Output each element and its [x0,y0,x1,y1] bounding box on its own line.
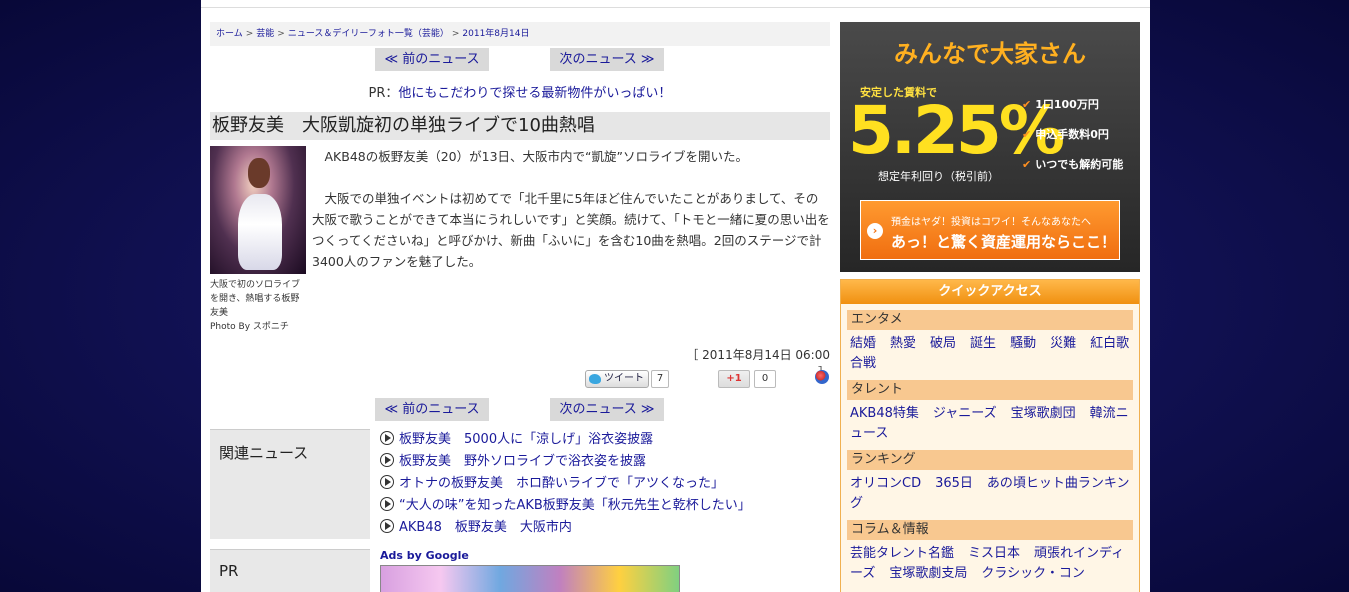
related-news-link[interactable]: 板野友美 5000人に「涼しげ」浴衣姿披露 [399,432,653,447]
breadcrumb-date[interactable]: 2011年8月14日 [462,29,529,39]
twitter-bird-icon [589,374,601,384]
next-news-button[interactable]: 次のニュース ≫ [550,48,664,71]
qa-link[interactable]: 誕生 [970,336,996,351]
article-body: AKB48の板野友美（20）が13日、大阪市内で“凱旋”ソロライブを開いた。 大… [312,146,830,272]
related-news-heading: 関連ニュース [210,429,370,539]
share-icon[interactable] [815,370,829,384]
related-news-item[interactable]: 板野友美 5000人に「涼しげ」浴衣姿披露 [380,429,830,451]
related-news-item[interactable]: “大人の味”を知ったAKB板野友美「秋元先生と乾杯したい」 [380,495,830,517]
investment-ad-banner[interactable]: みんなで大家さん 安定した賃料で 5.25% 想定年利回り（税引前） ✔ 1口10… [840,22,1140,272]
related-news-item[interactable]: AKB48 板野友美 大阪市内 [380,517,830,539]
cta-line-1: 預金はヤダ！投資はコワイ！そんなあなたへ [891,217,1091,228]
photo-caption: 大阪で初のソロライブを開き、熱唱する板野友美 Photo By スポニチ [210,278,308,334]
qa-category-column: コラム＆情報 [847,520,1133,540]
banner-cta-button[interactable]: › 預金はヤダ！投資はコワイ！そんなあなたへ あっ！と驚く資産運用ならここ！ [860,200,1120,260]
tweet-label: ツイート [604,373,644,384]
article-photo[interactable] [210,146,306,274]
breadcrumb-geinou[interactable]: 芸能 [256,29,274,39]
prev-news-button-bottom[interactable]: ≪ 前のニュース [375,398,489,421]
google-plus-button[interactable]: +1 [718,370,750,388]
banner-note: 想定年利回り（税引前） [878,170,999,183]
qa-category-ranking: ランキング [847,450,1133,470]
arrow-right-icon: › [867,223,883,239]
qa-link[interactable]: 騒動 [1010,336,1036,351]
caption-text: 大阪で初のソロライブを開き、熱唱する板野友美 [210,280,301,318]
banner-title: みんなで大家さん [894,40,1086,68]
related-news-item[interactable]: 板野友美 野外ソロライブで浴衣姿を披露 [380,451,830,473]
quick-access-title: クイックアクセス [841,280,1139,304]
related-news-link[interactable]: “大人の味”を知ったAKB板野友美「秋元先生と乾杯したい」 [399,498,751,513]
photo-figure-head [248,158,270,188]
article-headline: 板野友美 大阪凱旋初の単独ライブで10曲熱唱 [210,112,830,140]
breadcrumb: ホーム > 芸能 > ニュース＆デイリーフォト一覧（芸能） >2011年8月14日 [210,22,830,46]
play-icon [380,497,394,511]
related-news-list: 板野友美 5000人に「涼しげ」浴衣姿披露 板野友美 野外ソロライブで浴衣姿を披… [380,429,830,539]
cta-line-2: あっ！と驚く資産運用ならここ！ [891,233,1117,251]
top-nav-bar[interactable] [201,0,1150,8]
qa-link[interactable]: 芸能タレント名鑑 [850,546,954,561]
breadcrumb-news-list[interactable]: ニュース＆デイリーフォト一覧（芸能） [288,29,449,39]
pr-prefix: PR： [368,86,399,101]
qa-link[interactable]: 宝塚歌劇支局 [889,566,967,581]
qa-links-ranking: オリコンCD 365日 あの頃ヒット曲ランキング [850,474,1133,514]
photo-credit: Photo By スポニチ [210,322,289,332]
check-icon: ✔ [1022,128,1032,141]
play-icon [380,475,394,489]
qa-link[interactable]: クラシック・コン [981,566,1084,581]
related-news-link[interactable]: オトナの板野友美 ホロ酔いライブで「アツくなった」 [399,476,724,491]
article-paragraph-2: 大阪での単独イベントは初めてで「北千里に5年ほど住んでいたことがありまして、その… [312,191,830,269]
play-icon [380,453,394,467]
ads-by-google-label[interactable]: Ads by Google [380,549,469,562]
check-icon: ✔ [1022,98,1032,111]
related-news-item[interactable]: オトナの板野友美 ホロ酔いライブで「アツくなった」 [380,473,830,495]
related-news-link[interactable]: 板野友美 野外ソロライブで浴衣姿を披露 [399,454,646,469]
ad-thumbnail-image[interactable] [380,565,680,592]
qa-link[interactable]: オリコンCD [850,476,921,491]
qa-link[interactable]: ジャニーズ [933,406,997,421]
qa-link[interactable]: 365日 [935,476,973,491]
photo-figure-dress [238,194,282,270]
gplus-count: 0 [754,370,776,388]
qa-link[interactable]: 結婚 [850,336,876,351]
banner-feature: ✔ 1口100万円 [1022,98,1099,111]
banner-feature: ✔ いつでも解約可能 [1022,158,1124,171]
qa-links-column: 芸能タレント名鑑 ミス日本 頑張れインディーズ 宝塚歌劇支局 クラシック・コン [850,544,1133,584]
page-container: ホーム > 芸能 > ニュース＆デイリーフォト一覧（芸能） >2011年8月14日 ≪ 前… [201,0,1150,592]
quick-access-panel: クイックアクセス エンタメ 結婚 熱愛 破局 誕生 騒動 災難 紅白歌合戦 タレント AKB… [840,279,1140,592]
qa-link[interactable]: 破局 [930,336,956,351]
pr-section-heading: PR [210,549,370,592]
qa-category-entame: エンタメ [847,310,1133,330]
tweet-count: 7 [651,370,669,388]
banner-feature: ✔ 申込手数料0円 [1022,128,1109,141]
qa-links-entame: 結婚 熱愛 破局 誕生 騒動 災難 紅白歌合戦 [850,334,1133,374]
qa-link[interactable]: ミス日本 [968,546,1020,561]
qa-category-talent: タレント [847,380,1133,400]
play-icon [380,519,394,533]
pr-link[interactable]: 他にもこだわりで探せる最新物件がいっぱい！ [398,86,671,101]
qa-link[interactable]: AKB48特集 [850,406,919,421]
breadcrumb-home[interactable]: ホーム [216,29,243,39]
prev-news-button[interactable]: ≪ 前のニュース [375,48,489,71]
play-icon [380,431,394,445]
qa-links-talent: AKB48特集 ジャニーズ 宝塚歌劇団 韓流ニュース [850,404,1133,444]
check-icon: ✔ [1022,158,1032,171]
pr-text-line: PR：他にもこだわりで探せる最新物件がいっぱい！ [210,82,830,101]
qa-link[interactable]: 災難 [1050,336,1076,351]
related-news-link[interactable]: AKB48 板野友美 大阪市内 [399,520,572,535]
tweet-button[interactable]: ツイート [585,370,649,388]
next-news-button-bottom[interactable]: 次のニュース ≫ [550,398,664,421]
article-paragraph-1: AKB48の板野友美（20）が13日、大阪市内で“凱旋”ソロライブを開いた。 [324,149,749,164]
qa-link[interactable]: 宝塚歌劇団 [1011,406,1076,421]
qa-link[interactable]: 熱愛 [890,336,916,351]
